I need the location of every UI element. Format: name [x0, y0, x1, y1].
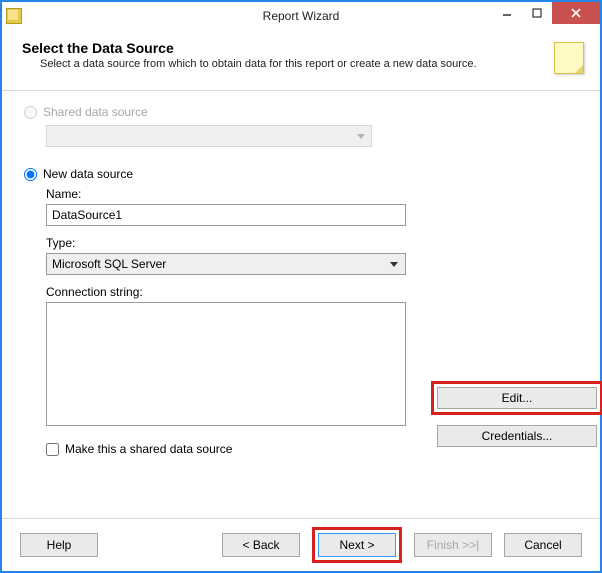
- note-icon: [554, 42, 584, 74]
- cancel-button-label: Cancel: [524, 538, 561, 552]
- name-label: Name:: [46, 187, 578, 201]
- app-icon: [6, 8, 22, 24]
- name-input-value: DataSource1: [52, 208, 122, 222]
- titlebar: Report Wizard: [2, 2, 600, 30]
- new-data-source-option[interactable]: New data source: [24, 167, 578, 181]
- next-button[interactable]: Next >: [318, 533, 396, 557]
- shared-data-source-radio: [24, 106, 37, 119]
- make-shared-checkbox[interactable]: [46, 443, 59, 456]
- minimize-icon: [502, 8, 512, 18]
- shared-data-source-option: Shared data source: [24, 105, 578, 119]
- wizard-header: Select the Data Source Select a data sou…: [2, 30, 600, 91]
- back-button-label: < Back: [242, 538, 279, 552]
- page-subtitle: Select a data source from which to obtai…: [40, 58, 542, 70]
- finish-button-label: Finish >>|: [427, 538, 479, 552]
- type-combo[interactable]: Microsoft SQL Server: [46, 253, 406, 275]
- connection-string-textarea[interactable]: [46, 302, 406, 426]
- next-button-label: Next >: [339, 538, 374, 552]
- maximize-button[interactable]: [522, 2, 552, 24]
- help-button-label: Help: [47, 538, 72, 552]
- window-controls: [492, 2, 600, 30]
- new-data-source-radio[interactable]: [24, 168, 37, 181]
- shared-data-source-label: Shared data source: [43, 105, 148, 119]
- side-button-panel: Edit... Credentials...: [437, 387, 597, 463]
- name-field-group: Name: DataSource1: [46, 187, 578, 226]
- edit-button-label: Edit...: [502, 391, 533, 405]
- wizard-header-text: Select the Data Source Select a data sou…: [22, 40, 542, 70]
- make-shared-label: Make this a shared data source: [65, 442, 232, 456]
- report-wizard-window: Report Wizard Select the Data Source Sel…: [0, 0, 602, 573]
- page-title: Select the Data Source: [22, 40, 542, 56]
- type-field-group: Type: Microsoft SQL Server: [46, 236, 578, 275]
- wizard-header-icon: [552, 42, 584, 80]
- back-button[interactable]: < Back: [222, 533, 300, 557]
- wizard-footer: Help < Back Next > Finish >>| Cancel: [2, 519, 600, 571]
- credentials-button-label: Credentials...: [482, 429, 553, 443]
- help-button[interactable]: Help: [20, 533, 98, 557]
- name-input[interactable]: DataSource1: [46, 204, 406, 226]
- connection-label: Connection string:: [46, 285, 578, 299]
- close-button[interactable]: [552, 2, 600, 24]
- wizard-body: Shared data source New data source Name:…: [2, 91, 600, 518]
- credentials-button[interactable]: Credentials...: [437, 425, 597, 447]
- minimize-button[interactable]: [492, 2, 522, 24]
- type-label: Type:: [46, 236, 578, 250]
- close-icon: [570, 7, 582, 19]
- edit-button[interactable]: Edit...: [437, 387, 597, 409]
- next-button-highlight: Next >: [312, 527, 402, 563]
- cancel-button[interactable]: Cancel: [504, 533, 582, 557]
- shared-data-source-combo: [46, 125, 372, 147]
- maximize-icon: [532, 8, 542, 18]
- finish-button: Finish >>|: [414, 533, 492, 557]
- new-data-source-label: New data source: [43, 167, 133, 181]
- type-combo-value: Microsoft SQL Server: [52, 257, 166, 271]
